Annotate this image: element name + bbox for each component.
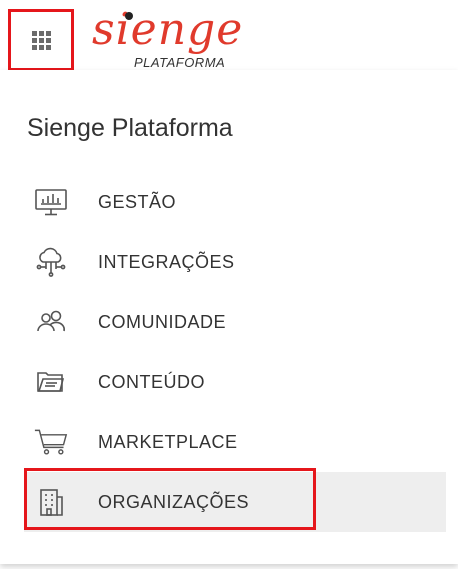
menu-item-organizacoes[interactable]: ORGANIZAÇÕES (24, 468, 446, 532)
logo-wordmark: sienge (92, 4, 244, 55)
menu-item-label: COMUNIDADE (98, 312, 227, 332)
shopping-cart-icon (34, 427, 68, 457)
sienge-logo[interactable]: sienge PLATAFORMA (92, 4, 252, 72)
apps-menu-button[interactable] (8, 9, 74, 71)
panel-title: Sienge Plataforma (27, 114, 233, 142)
menu-item-conteudo[interactable]: CONTEÚDO (24, 352, 446, 412)
menu-item-marketplace[interactable]: MARKETPLACE (24, 412, 446, 472)
menu-item-integracoes[interactable]: INTEGRAÇÕES (24, 232, 446, 292)
menu-item-label: ORGANIZAÇÕES (98, 492, 250, 512)
menu-item-label: GESTÃO (98, 192, 177, 212)
logo-dot (125, 12, 133, 20)
monitor-chart-icon (34, 187, 68, 217)
folder-document-icon (34, 367, 68, 397)
menu-item-label: CONTEÚDO (98, 372, 205, 392)
menu-item-label: MARKETPLACE (98, 432, 238, 452)
apps-grid-icon (31, 30, 51, 50)
app-page: sienge PLATAFORMA Sienge Plataforma GEST… (0, 0, 458, 569)
menu-item-label: INTEGRAÇÕES (98, 252, 235, 272)
top-bar: sienge PLATAFORMA (0, 0, 458, 72)
menu-item-gestao[interactable]: GESTÃO (24, 172, 446, 232)
building-icon (34, 487, 68, 517)
platform-menu: GESTÃO INTEGRAÇÕES COMUNIDADE CONTEÚDO M… (24, 172, 446, 532)
menu-item-comunidade[interactable]: COMUNIDADE (24, 292, 446, 352)
users-icon (34, 307, 68, 337)
platform-menu-panel: Sienge Plataforma GESTÃO INTEGRAÇÕES COM… (0, 70, 458, 564)
logo-subtitle: PLATAFORMA (134, 55, 226, 70)
cloud-network-icon (34, 247, 68, 277)
